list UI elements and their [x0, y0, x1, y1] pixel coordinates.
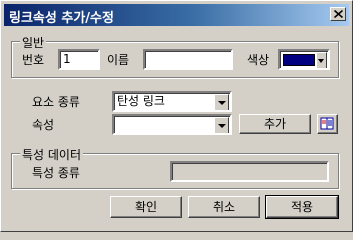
cancel-button[interactable]: 취소: [188, 196, 260, 218]
attribute-label: 속성: [32, 118, 55, 132]
color-swatch: [283, 54, 315, 66]
close-icon: [334, 10, 343, 18]
apply-button[interactable]: 적용: [265, 195, 339, 219]
property-kind-label: 특성 종류: [32, 166, 80, 180]
color-label: 색상: [247, 53, 270, 67]
element-type-dropdown-arrow[interactable]: [214, 94, 229, 110]
book-button[interactable]: [317, 114, 338, 134]
number-label: 번호: [22, 53, 45, 67]
element-type-label: 요소 종류: [32, 95, 80, 109]
element-type-select[interactable]: 탄성 링크: [112, 91, 232, 112]
color-picker[interactable]: [278, 49, 330, 70]
property-data-legend: 특성 데이터: [20, 146, 84, 163]
element-type-value: 탄성 링크: [117, 94, 165, 108]
title-bar[interactable]: 링크속성 추가/수정: [4, 4, 349, 26]
number-input[interactable]: 1: [58, 49, 100, 70]
name-input[interactable]: [143, 49, 233, 70]
add-button[interactable]: 추가: [239, 114, 311, 134]
ok-button[interactable]: 확인: [110, 196, 182, 218]
attribute-dropdown-arrow[interactable]: [214, 117, 229, 133]
attribute-select[interactable]: [112, 114, 232, 135]
general-legend: 일반: [20, 34, 47, 51]
color-dropdown-arrow[interactable]: [316, 52, 327, 68]
property-kind-field: [170, 161, 329, 182]
book-icon: [320, 117, 334, 130]
dialog-window: 링크속성 추가/수정 일반 번호 1 이름 색상 요소 종류 탄성 링크 속성 …: [0, 0, 353, 232]
name-label: 이름: [107, 53, 130, 67]
close-button[interactable]: [330, 7, 346, 21]
window-title: 링크속성 추가/수정: [9, 11, 114, 26]
